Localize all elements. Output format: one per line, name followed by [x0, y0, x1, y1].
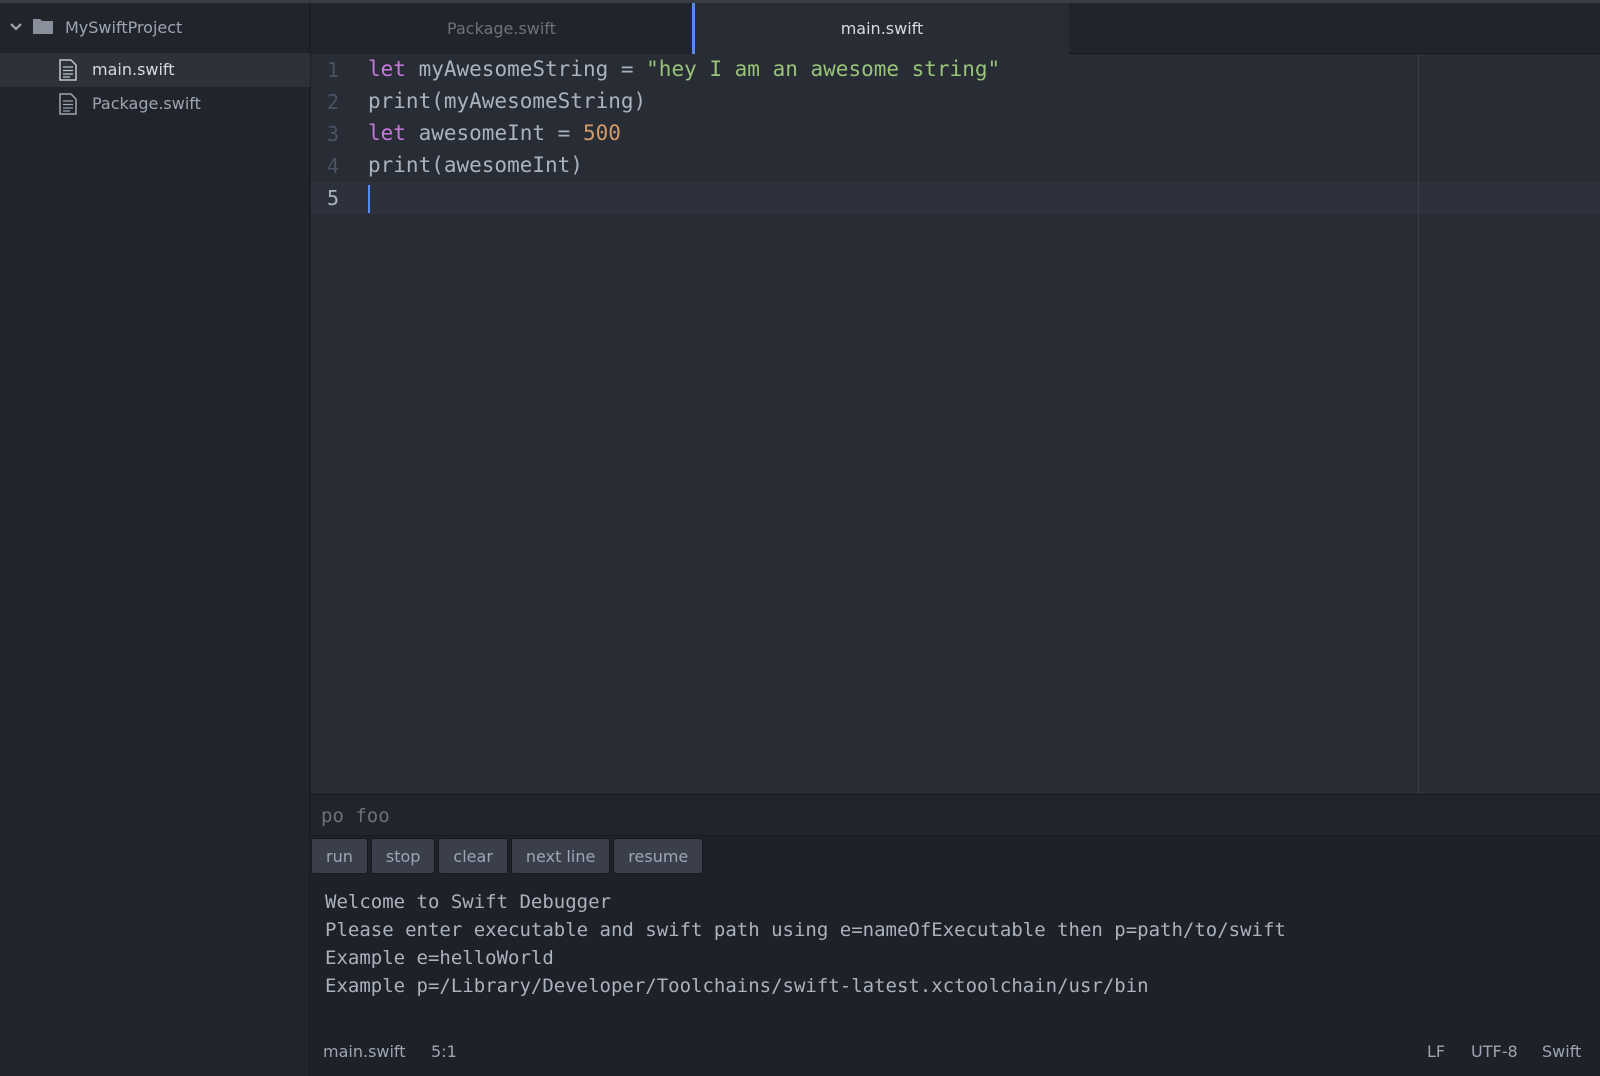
keyword-token: let: [368, 121, 406, 145]
code-text: print(awesomeInt): [368, 153, 583, 177]
console-line: Please enter executable and swift path u…: [325, 919, 1286, 941]
file-text-icon: [59, 59, 77, 81]
tree-view: MySwiftProject main.swift Package.swift: [0, 3, 310, 1076]
string-literal: "hey I am an awesome string": [646, 57, 1001, 81]
code-token: myAwesomeString =: [405, 57, 647, 81]
status-line-ending[interactable]: LF: [1427, 1042, 1445, 1061]
line-number: 5: [326, 186, 340, 210]
debugger-console: Welcome to Swift Debugger Please enter e…: [325, 888, 1286, 1000]
wrap-guide: [1418, 54, 1419, 794]
line-number: 2: [326, 90, 340, 114]
tab-bar: Package.swift main.swift: [311, 3, 1600, 54]
chevron-down-icon[interactable]: [9, 20, 23, 34]
tab-package-swift[interactable]: Package.swift: [311, 3, 692, 54]
console-line: Example p=/Library/Developer/Toolchains/…: [325, 975, 1149, 997]
project-name: MySwiftProject: [65, 18, 183, 37]
status-encoding[interactable]: UTF-8: [1471, 1042, 1518, 1061]
status-grammar[interactable]: Swift: [1542, 1042, 1581, 1061]
line-number: 1: [326, 58, 340, 82]
tree-file-label: Package.swift: [92, 94, 201, 113]
line-number: 3: [326, 122, 340, 146]
folder-icon: [33, 19, 53, 34]
tab-main-swift[interactable]: main.swift: [692, 3, 1069, 54]
code-line-current: 5: [311, 182, 1600, 214]
code-token: awesomeInt =: [405, 121, 583, 145]
code-line: 2 print(myAwesomeString): [311, 86, 1600, 118]
project-root[interactable]: MySwiftProject: [0, 3, 310, 51]
code-text: let myAwesomeString = "hey I am an aweso…: [368, 57, 1000, 81]
clear-button[interactable]: clear: [438, 838, 508, 874]
code-line: 1 let myAwesomeString = "hey I am an awe…: [311, 54, 1600, 86]
status-bar: main.swift 5:1 LF UTF-8 Swift: [311, 1036, 1600, 1068]
text-cursor: [368, 185, 370, 213]
tree-file-main-swift[interactable]: main.swift: [0, 53, 310, 87]
status-file-name[interactable]: main.swift: [323, 1042, 406, 1061]
console-line: Example e=helloWorld: [325, 947, 554, 969]
tree-file-label: main.swift: [92, 60, 175, 79]
next-line-button[interactable]: next line: [510, 838, 611, 874]
code-text: print(myAwesomeString): [368, 89, 647, 113]
code-text: let awesomeInt = 500: [368, 121, 621, 145]
run-button[interactable]: run: [311, 838, 368, 874]
file-text-icon: [59, 93, 77, 115]
tree-file-package-swift[interactable]: Package.swift: [0, 87, 310, 121]
code-line: 3 let awesomeInt = 500: [311, 118, 1600, 150]
resume-button[interactable]: resume: [613, 838, 704, 874]
stop-button[interactable]: stop: [370, 838, 436, 874]
code-line: 4 print(awesomeInt): [311, 150, 1600, 182]
debugger-toolbar: run stop clear next line resume: [311, 838, 706, 874]
debugger-command-bar: [311, 794, 1600, 836]
status-cursor-position[interactable]: 5:1: [431, 1042, 457, 1061]
code-editor[interactable]: 1 let myAwesomeString = "hey I am an awe…: [311, 54, 1600, 794]
number-literal: 500: [582, 121, 621, 145]
console-line: Welcome to Swift Debugger: [325, 891, 611, 913]
keyword-token: let: [368, 57, 406, 81]
debugger-command-input[interactable]: [321, 801, 1581, 831]
line-number: 4: [326, 154, 340, 178]
